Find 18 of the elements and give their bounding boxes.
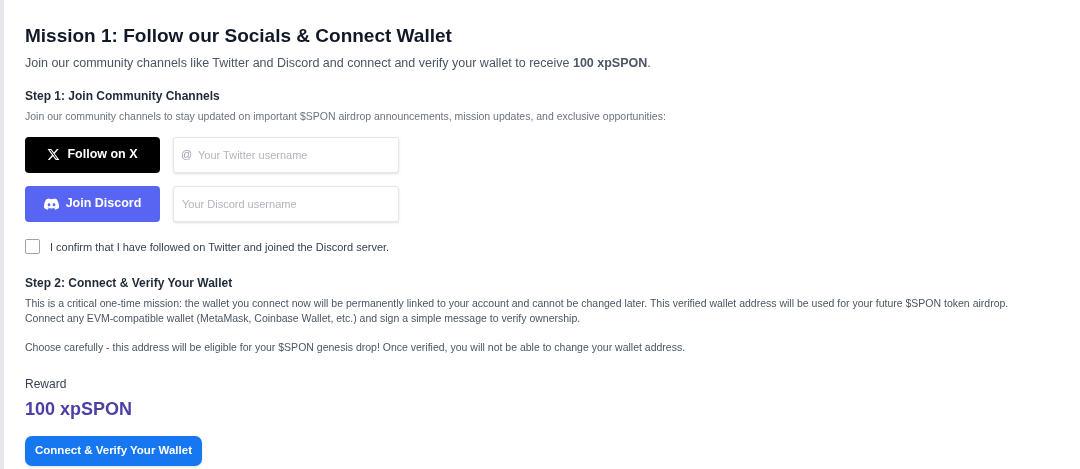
step-description: Join our community channels to stay updated on important $SPON airdrop announcements, mission updates, and exclusive opportunities: [25, 108, 667, 124]
step-heading: Step 2: Connect & Verify Your Wallet [25, 275, 234, 292]
confirm-label: I confirm that I have followed on Twitter and joined the Discord server. [50, 239, 390, 255]
connect-wallet-button[interactable]: Connect & Verify Your Wallet [25, 436, 202, 466]
reward-value: 100 xpSPON [25, 398, 134, 421]
step-paragraph: Choose carefully - this address will be eligible for your $SPON genesis drop! Once verified, you will not be able to change your wallet address. [25, 340, 687, 355]
reward-label: Reward [25, 376, 68, 393]
mission-intro: Join our community channels like Twitter and Discord and connect and verify your wallet to receive 100 xpSPON. [25, 55, 652, 72]
step-heading: Step 1: Join Community Channels [25, 87, 221, 105]
mission-title: Mission 1: Follow our Socials & Connect Wallet [25, 24, 453, 48]
discord-logo-icon [43, 197, 59, 210]
at-prefix: @ [181, 147, 193, 161]
username-field[interactable]: Your Discord username [173, 185, 399, 222]
x-logo-icon [47, 148, 61, 161]
social-button[interactable]: Join Discord [25, 185, 160, 222]
confirm-checkbox[interactable] [25, 239, 40, 255]
social-button[interactable]: Follow on X [25, 136, 160, 173]
step-paragraph: This is a critical one-time mission: the wallet you connect now will be permanently linked to your account and cannot be changed later. This verified wallet address will be used for your future $SPON token airdrop. Connect any EVM-compatible wallet (MetaMask, Coinbase Wallet, etc.) and sign a simple message to verify ownership. [25, 296, 1010, 326]
